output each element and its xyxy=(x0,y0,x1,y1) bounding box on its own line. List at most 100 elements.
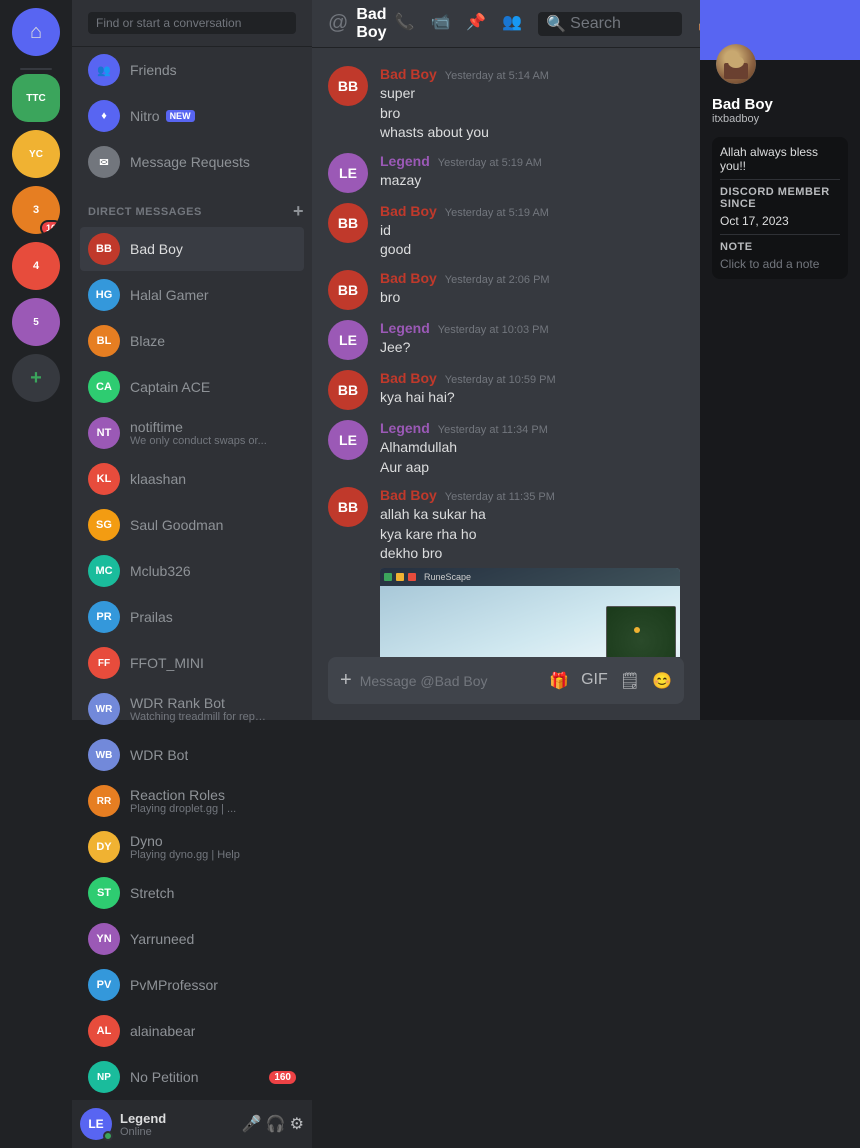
msg-requests-label: Message Requests xyxy=(130,154,250,170)
msg-text: Jee? xyxy=(380,338,684,358)
msg-username: Bad Boy xyxy=(380,66,437,82)
profile-note-input[interactable]: Click to add a note xyxy=(720,257,840,271)
sidebar-item-nopetition[interactable]: NP No Petition 160 xyxy=(80,1055,304,1099)
profile-info: Bad Boy itxbadboy xyxy=(700,96,860,133)
sidebar-item-saul[interactable]: SG Saul Goodman xyxy=(80,503,304,547)
chat-input-box: + 🎁 GIF 🗒 😊 xyxy=(328,657,684,704)
sidebar-item-blaze[interactable]: BL Blaze xyxy=(80,319,304,363)
sidebar-item-pvm[interactable]: PV PvMProfessor xyxy=(80,963,304,1007)
nitro-badge: NEW xyxy=(166,110,195,122)
msg-text: mazay xyxy=(380,171,684,191)
mute-button[interactable]: 🎤 xyxy=(242,1114,262,1134)
user-avatar-abbr: LE xyxy=(88,1117,103,1131)
add-dm-button[interactable]: + xyxy=(293,201,304,222)
sidebar-item-friends[interactable]: 👥 Friends xyxy=(80,48,304,92)
sidebar-item-captain[interactable]: CA Captain ACE xyxy=(80,365,304,409)
emoji-icon[interactable]: 😊 xyxy=(652,671,672,691)
add-attachment-button[interactable]: + xyxy=(340,657,352,704)
dm-search-box[interactable]: Find or start a conversation xyxy=(88,12,296,34)
sidebar-item-halal[interactable]: HG Halal Gamer xyxy=(80,273,304,317)
pin-button[interactable]: 📌 xyxy=(466,12,486,36)
notiftime-avatar: NT xyxy=(88,417,120,449)
server-icon-s5[interactable]: 5 xyxy=(12,298,60,346)
sidebar-item-prailas[interactable]: PR Prailas xyxy=(80,595,304,639)
reaction-name: Reaction Roles xyxy=(130,787,236,803)
sidebar-item-nitro[interactable]: ♦ Nitro NEW xyxy=(80,94,304,138)
reaction-avatar: RR xyxy=(88,785,120,817)
msg-header: Bad Boy Yesterday at 2:06 PM xyxy=(380,270,684,286)
gift-icon[interactable]: 🎁 xyxy=(549,671,569,691)
avatar: BB xyxy=(328,370,368,410)
sidebar-item-mclub[interactable]: MC Mclub326 xyxy=(80,549,304,593)
msg-username: Bad Boy xyxy=(380,487,437,503)
sidebar-item-message-requests[interactable]: ✉ Message Requests xyxy=(80,140,304,184)
game-minimap xyxy=(606,606,676,657)
sidebar-item-yarruneed[interactable]: YN Yarruneed xyxy=(80,917,304,961)
table-row: LE Legend Yesterday at 11:34 PM Alhamdul… xyxy=(328,418,684,479)
avatar: LE xyxy=(328,320,368,360)
gif-icon[interactable]: GIF xyxy=(581,671,608,691)
server-icon-yc[interactable]: YC xyxy=(12,130,60,178)
sidebar-item-stretch[interactable]: ST Stretch xyxy=(80,871,304,915)
msg-text: Aur aap xyxy=(380,458,684,478)
msg-header: Legend Yesterday at 11:34 PM xyxy=(380,420,684,436)
main-chat: @ Bad Boy 📞 📹 📌 👥 🔍 Search 📥 ❓ BB Bad Bo… xyxy=(312,0,700,720)
chat-input-right-icons: 🎁 GIF 🗒 😊 xyxy=(549,671,672,691)
blaze-avatar: BL xyxy=(88,325,120,357)
msg-content: Bad Boy Yesterday at 11:35 PM allah ka s… xyxy=(380,487,684,657)
chat-search-box[interactable]: 🔍 Search xyxy=(538,12,682,36)
sidebar-item-klaashan[interactable]: KL klaashan xyxy=(80,457,304,501)
server-icon-s3[interactable]: 3 16 xyxy=(12,186,60,234)
profile-note-label: NOTE xyxy=(720,241,840,253)
msg-content: Legend Yesterday at 5:19 AM mazay xyxy=(380,153,684,193)
profile-tag: itxbadboy xyxy=(712,113,848,125)
call-button[interactable]: 📞 xyxy=(395,12,415,36)
msg-username: Legend xyxy=(380,420,430,436)
saul-name: Saul Goodman xyxy=(130,517,223,533)
yarruneed-name: Yarruneed xyxy=(130,931,194,947)
sidebar-item-alaina[interactable]: AL alainabear xyxy=(80,1009,304,1053)
sidebar-item-wdr-bot[interactable]: WB WDR Bot xyxy=(80,733,304,777)
sidebar-item-ffot[interactable]: FF FFOT_MINI xyxy=(80,641,304,685)
sticker-icon[interactable]: 🗒 xyxy=(620,671,640,691)
msg-text: kya hai hai? xyxy=(380,388,684,408)
saul-avatar: SG xyxy=(88,509,120,541)
dyno-avatar: DY xyxy=(88,831,120,863)
msg-header: Bad Boy Yesterday at 5:14 AM xyxy=(380,66,684,82)
msg-text: kya kare rha ho xyxy=(380,525,684,545)
nopetition-name: No Petition xyxy=(130,1069,198,1085)
captain-name: Captain ACE xyxy=(130,379,210,395)
server-icon-add[interactable]: + xyxy=(12,354,60,402)
avatar: BB xyxy=(328,66,368,106)
dm-search-placeholder: Find or start a conversation xyxy=(96,16,241,30)
yarruneed-avatar: YN xyxy=(88,923,120,955)
ffot-avatar: FF xyxy=(88,647,120,679)
sidebar-item-dyno[interactable]: DY Dyno Playing dyno.gg | Help xyxy=(80,825,304,869)
server-icon-ttc[interactable]: TTC xyxy=(12,74,60,122)
msg-text: Alhamdullah xyxy=(380,438,684,458)
sidebar-item-wdr-rank[interactable]: WR WDR Rank Bot Watching treadmill for r… xyxy=(80,687,304,731)
video-button[interactable]: 📹 xyxy=(430,12,450,36)
msg-text: dekho bro xyxy=(380,544,684,564)
notiftime-name: notiftime xyxy=(130,419,267,435)
deafen-button[interactable]: 🎧 xyxy=(266,1114,286,1134)
wdr-bot-name: WDR Bot xyxy=(130,747,188,763)
avatar: BB xyxy=(328,487,368,527)
msg-header: Legend Yesterday at 10:03 PM xyxy=(380,320,684,336)
members-button[interactable]: 👥 xyxy=(502,12,522,36)
msg-timestamp: Yesterday at 5:14 AM xyxy=(445,70,549,82)
msg-content: Bad Boy Yesterday at 5:14 AM super bro w… xyxy=(380,66,684,143)
profile-member-since-label: DISCORD MEMBER SINCE xyxy=(720,186,840,210)
server-icon-home[interactable]: ⌂ xyxy=(12,8,60,56)
settings-button[interactable]: ⚙ xyxy=(290,1114,304,1134)
chat-message-input[interactable] xyxy=(360,661,541,701)
sidebar-item-badboy[interactable]: BB Bad Boy xyxy=(80,227,304,271)
wdr-rank-sub: Watching treadmill for reports xyxy=(130,711,270,723)
msg-text: id xyxy=(380,221,684,241)
msg-timestamp: Yesterday at 11:35 PM xyxy=(445,491,555,503)
msg-username: Bad Boy xyxy=(380,370,437,386)
sidebar-item-notiftime[interactable]: NT notiftime We only conduct swaps or... xyxy=(80,411,304,455)
server-icon-s4[interactable]: 4 xyxy=(12,242,60,290)
sidebar-item-reaction[interactable]: RR Reaction Roles Playing droplet.gg | .… xyxy=(80,779,304,823)
stretch-name: Stretch xyxy=(130,885,174,901)
